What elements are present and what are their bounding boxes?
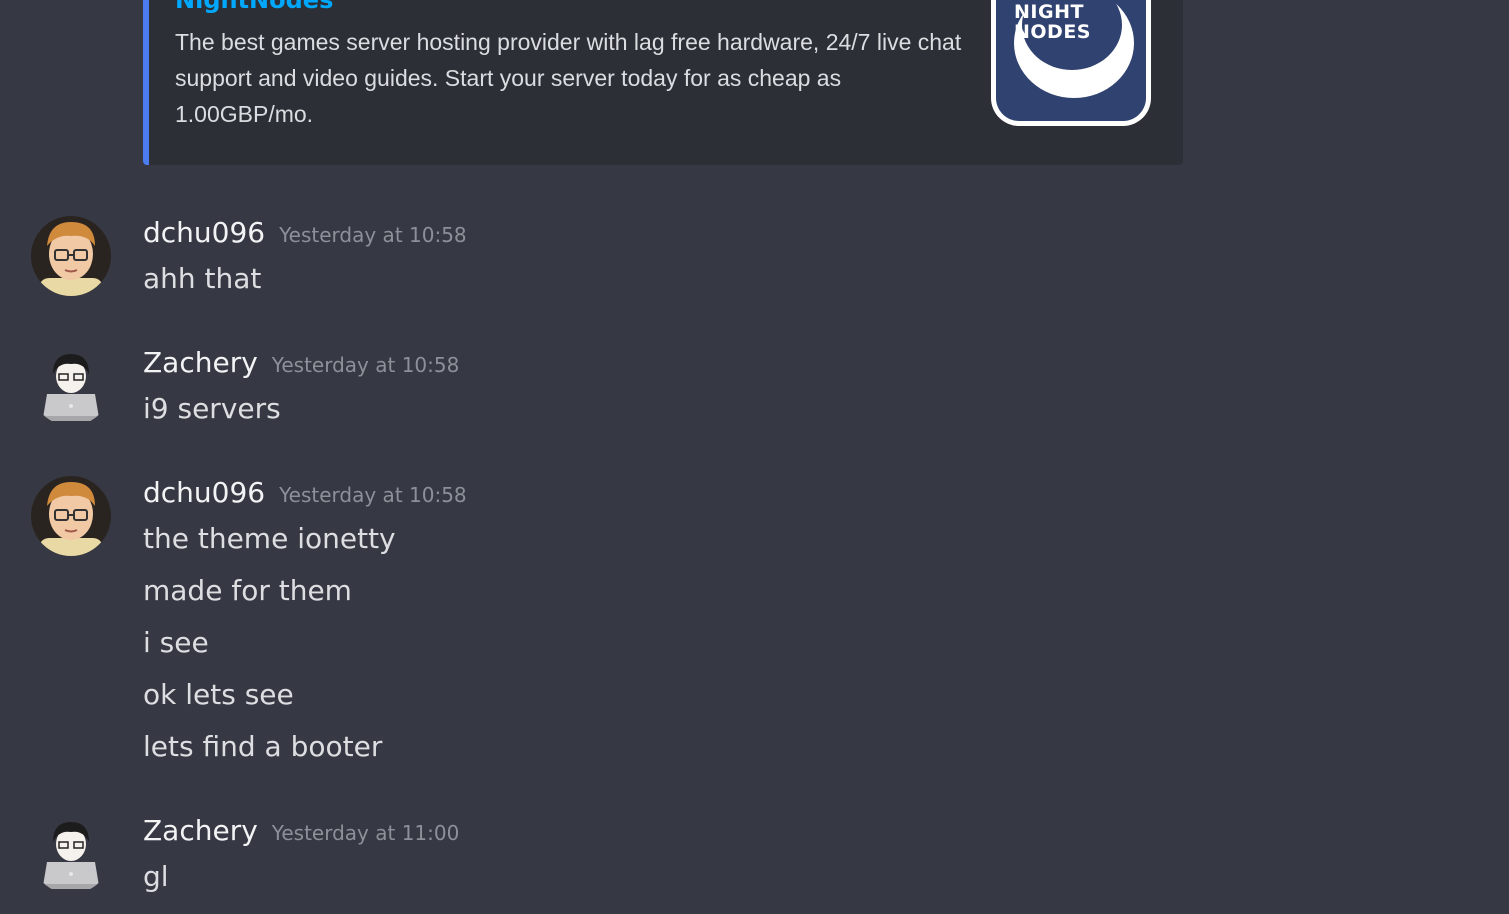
message-text: lets find a booter	[143, 730, 383, 763]
message-timestamp: Yesterday at 11:00	[271, 821, 460, 845]
message-timestamp: Yesterday at 10:58	[279, 223, 467, 247]
embed-title-link[interactable]: NightNodes	[175, 0, 333, 14]
link-embed-card: NightNodes The best games server hosting…	[143, 0, 1183, 165]
cartoon-boy-avatar-icon	[31, 216, 111, 296]
embed-thumbnail-logo-text: NIGHT NODES	[1014, 2, 1091, 42]
message-header: dchu096 Yesterday at 10:58	[143, 216, 467, 249]
embed-thumbnail-image[interactable]: NIGHT NODES	[991, 0, 1151, 126]
username[interactable]: Zachery	[143, 814, 258, 847]
person-laptop-avatar-icon	[31, 346, 111, 426]
logo-text-line-1: NIGHT	[1014, 1, 1084, 23]
person-laptop-avatar-icon	[31, 814, 111, 894]
message-header: Zachery Yesterday at 11:00	[143, 814, 459, 847]
username[interactable]: Zachery	[143, 346, 258, 379]
message-timestamp: Yesterday at 10:58	[271, 353, 460, 377]
message-text: the theme ionetty	[143, 522, 396, 555]
message-text: ok lets see	[143, 678, 294, 711]
message-text: i9 servers	[143, 392, 281, 425]
message-text: ahh that	[143, 262, 262, 295]
cartoon-boy-avatar-icon	[31, 476, 111, 556]
avatar[interactable]	[31, 814, 111, 894]
avatar[interactable]	[31, 216, 111, 296]
username[interactable]: dchu096	[143, 216, 265, 249]
message-timestamp: Yesterday at 10:58	[279, 483, 467, 507]
message-text: i see	[143, 626, 209, 659]
logo-text-line-2: NODES	[1014, 21, 1091, 43]
username[interactable]: dchu096	[143, 476, 265, 509]
avatar[interactable]	[31, 476, 111, 556]
chat-messages-area: NightNodes The best games server hosting…	[0, 0, 1509, 914]
avatar[interactable]	[31, 346, 111, 426]
message-text: made for them	[143, 574, 352, 607]
message-header: Zachery Yesterday at 10:58	[143, 346, 459, 379]
message-header: dchu096 Yesterday at 10:58	[143, 476, 467, 509]
embed-description: The best games server hosting provider w…	[175, 29, 962, 127]
message-text: gl	[143, 860, 169, 893]
